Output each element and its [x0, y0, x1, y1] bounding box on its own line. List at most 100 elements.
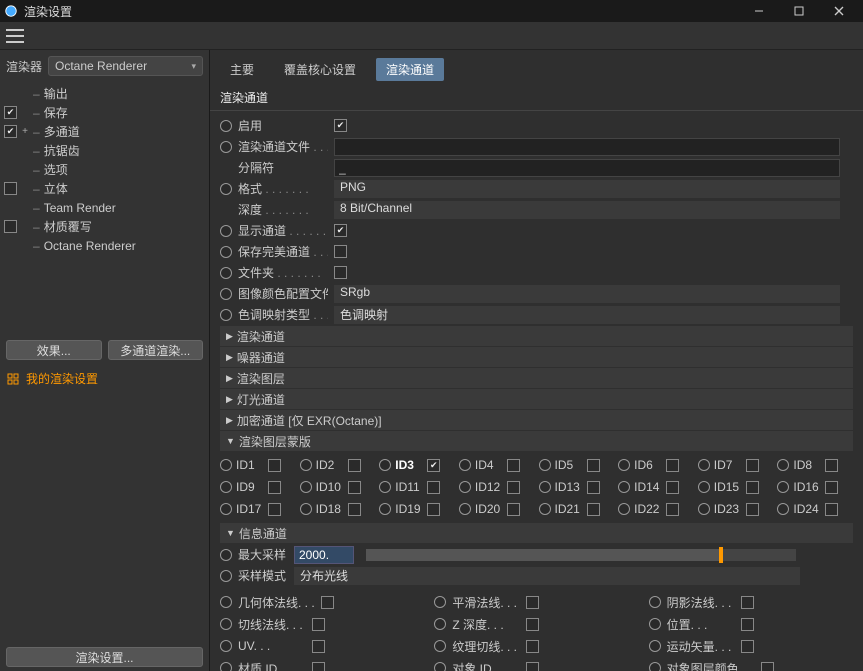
id-checkbox[interactable]: [507, 503, 520, 516]
tree-item[interactable]: –材质覆写: [0, 217, 209, 236]
id-checkbox[interactable]: [587, 481, 600, 494]
tree-checkbox[interactable]: [4, 220, 17, 233]
radio-icon[interactable]: [300, 503, 312, 515]
slider-max-samples[interactable]: [366, 549, 796, 561]
radio-icon[interactable]: [459, 481, 471, 493]
tree-item[interactable]: –输出: [0, 84, 209, 103]
radio-icon[interactable]: [379, 481, 391, 493]
radio-icon[interactable]: [618, 459, 630, 471]
info-checkbox[interactable]: [741, 596, 754, 609]
radio-icon[interactable]: [434, 596, 446, 608]
radio-icon[interactable]: [300, 481, 312, 493]
select-color-profile[interactable]: SRgb: [334, 285, 840, 303]
radio-icon[interactable]: [220, 570, 232, 582]
id-checkbox[interactable]: [746, 481, 759, 494]
info-checkbox[interactable]: [526, 640, 539, 653]
id-checkbox[interactable]: [348, 459, 361, 472]
radio-icon[interactable]: [698, 503, 710, 515]
group-header[interactable]: ▶渲染通道: [220, 326, 853, 346]
tree-checkbox[interactable]: [4, 125, 17, 138]
input-separator[interactable]: [334, 159, 840, 177]
render-settings-button[interactable]: 渲染设置...: [6, 647, 203, 667]
radio-icon[interactable]: [618, 481, 630, 493]
id-checkbox[interactable]: [825, 481, 838, 494]
tree-checkbox[interactable]: [4, 106, 17, 119]
maximize-button[interactable]: [779, 0, 819, 22]
id-checkbox[interactable]: [268, 459, 281, 472]
info-checkbox[interactable]: [741, 640, 754, 653]
radio-icon[interactable]: [434, 640, 446, 652]
radio-icon[interactable]: [220, 288, 232, 300]
radio-icon[interactable]: [539, 481, 551, 493]
radio-icon[interactable]: [649, 640, 661, 652]
radio-icon[interactable]: [220, 596, 232, 608]
select-sample-mode[interactable]: 分布光线: [294, 567, 800, 585]
tree-item[interactable]: –Team Render: [0, 198, 209, 217]
radio-icon[interactable]: [618, 503, 630, 515]
tab[interactable]: 主要: [220, 58, 264, 81]
radio-icon[interactable]: [220, 618, 232, 630]
checkbox-enable[interactable]: [334, 119, 347, 132]
radio-icon[interactable]: [649, 596, 661, 608]
tree-item[interactable]: –Octane Renderer: [0, 236, 209, 255]
info-checkbox[interactable]: [526, 596, 539, 609]
tree-item[interactable]: –立体: [0, 179, 209, 198]
id-checkbox[interactable]: [666, 481, 679, 494]
tree-item[interactable]: –保存: [0, 103, 209, 122]
id-checkbox[interactable]: [587, 503, 600, 516]
group-header[interactable]: ▶渲染图层: [220, 368, 853, 388]
group-info-channel[interactable]: ▼信息通道: [220, 523, 853, 543]
multipass-button[interactable]: 多通道渲染...: [108, 340, 204, 360]
radio-icon[interactable]: [220, 640, 232, 652]
radio-icon[interactable]: [649, 618, 661, 630]
id-checkbox[interactable]: [666, 459, 679, 472]
radio-icon[interactable]: [459, 503, 471, 515]
radio-icon[interactable]: [698, 481, 710, 493]
minimize-button[interactable]: [739, 0, 779, 22]
checkbox-folder[interactable]: [334, 266, 347, 279]
radio-icon[interactable]: [220, 141, 232, 153]
info-checkbox[interactable]: [312, 618, 325, 631]
group-render-layer-mask[interactable]: ▼渲染图层蒙版: [220, 431, 853, 451]
id-checkbox[interactable]: [427, 459, 440, 472]
radio-icon[interactable]: [300, 459, 312, 471]
info-checkbox[interactable]: [312, 640, 325, 653]
radio-icon[interactable]: [220, 120, 232, 132]
tree-checkbox[interactable]: [4, 182, 17, 195]
effects-button[interactable]: 效果...: [6, 340, 102, 360]
id-checkbox[interactable]: [825, 503, 838, 516]
spinner-max-samples[interactable]: 2000.: [294, 546, 354, 564]
radio-icon[interactable]: [539, 459, 551, 471]
preset-label[interactable]: 我的渲染设置: [26, 370, 98, 387]
group-header[interactable]: ▶灯光通道: [220, 389, 853, 409]
select-format[interactable]: PNG: [334, 180, 840, 198]
id-checkbox[interactable]: [507, 459, 520, 472]
close-button[interactable]: [819, 0, 859, 22]
radio-icon[interactable]: [459, 459, 471, 471]
radio-icon[interactable]: [777, 481, 789, 493]
info-checkbox[interactable]: [312, 662, 325, 671]
radio-icon[interactable]: [649, 662, 661, 671]
id-checkbox[interactable]: [348, 503, 361, 516]
tree-item[interactable]: –选项: [0, 160, 209, 179]
tree-item[interactable]: +–多通道: [0, 122, 209, 141]
radio-icon[interactable]: [379, 459, 391, 471]
id-checkbox[interactable]: [746, 503, 759, 516]
id-checkbox[interactable]: [268, 503, 281, 516]
radio-icon[interactable]: [220, 309, 232, 321]
info-checkbox[interactable]: [526, 662, 539, 671]
radio-icon[interactable]: [220, 183, 232, 195]
select-depth[interactable]: 8 Bit/Channel: [334, 201, 840, 219]
tree-item[interactable]: –抗锯齿: [0, 141, 209, 160]
id-checkbox[interactable]: [825, 459, 838, 472]
id-checkbox[interactable]: [348, 481, 361, 494]
radio-icon[interactable]: [220, 246, 232, 258]
info-checkbox[interactable]: [526, 618, 539, 631]
id-checkbox[interactable]: [507, 481, 520, 494]
tab[interactable]: 渲染通道: [376, 58, 444, 81]
radio-icon[interactable]: [379, 503, 391, 515]
radio-icon[interactable]: [777, 503, 789, 515]
checkbox-show-channel[interactable]: [334, 224, 347, 237]
radio-icon[interactable]: [434, 662, 446, 671]
id-checkbox[interactable]: [427, 481, 440, 494]
